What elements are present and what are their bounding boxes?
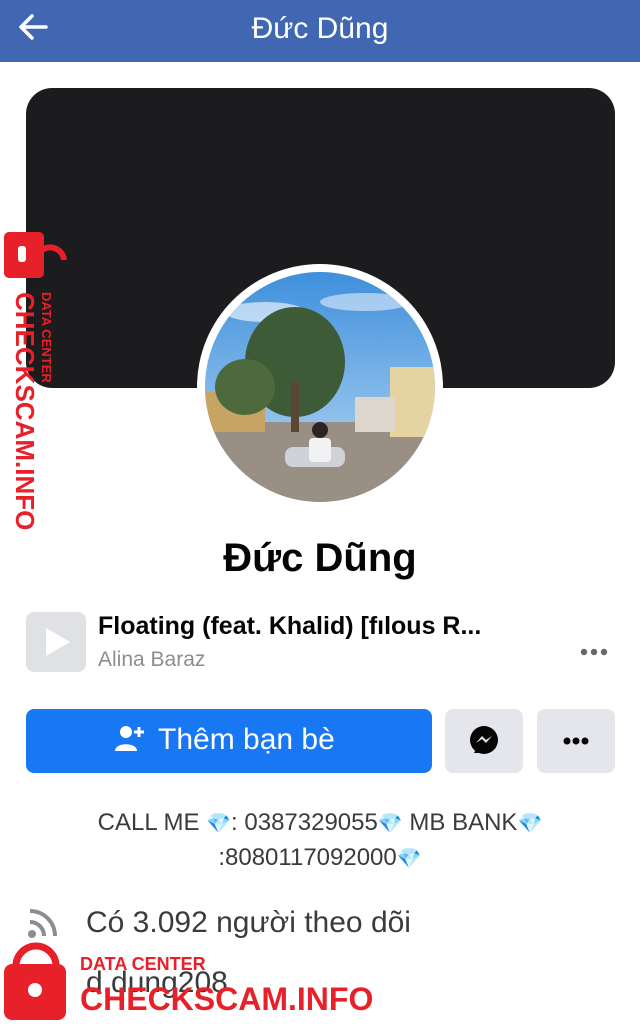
bio-prefix: CALL ME <box>97 809 207 836</box>
top-app-bar: Đức Dũng <box>0 0 640 62</box>
gem-icon: 💎 <box>377 813 403 835</box>
more-actions-button[interactable] <box>537 709 615 773</box>
more-dots-icon <box>563 737 589 745</box>
message-button[interactable] <box>445 709 523 773</box>
gem-icon: 💎 <box>396 848 422 870</box>
rss-icon <box>28 909 57 938</box>
bio-bank: MB BANK <box>402 809 518 836</box>
profile-name: Đức Dũng <box>223 536 417 580</box>
add-friend-button[interactable]: Thêm bạn bè <box>26 709 432 773</box>
watermark-brand: CHECKSCAM.INFO <box>80 981 373 1017</box>
profile-picture-frame[interactable] <box>197 264 443 510</box>
music-artist: Alina Baraz <box>98 648 206 671</box>
page-title: Đức Dũng <box>251 12 389 45</box>
watermark-brand: CHECKSCAM.INFO <box>10 292 40 530</box>
watermark-logo-bottom: DATA CENTER CHECKSCAM.INFO <box>4 942 373 1020</box>
music-play-button[interactable] <box>26 612 86 672</box>
profile-picture <box>205 272 435 502</box>
music-title[interactable]: Floating (feat. Khalid) [fılous R... <box>98 612 481 641</box>
gem-icon: 💎 <box>206 813 232 835</box>
profile-bio: CALL ME 💎: 0387329055💎 MB BANK💎 :8080117… <box>20 806 620 876</box>
bio-account: :8080117092000 <box>218 844 397 871</box>
add-person-icon <box>115 726 144 751</box>
play-icon <box>46 628 70 656</box>
add-friend-label: Thêm bạn bè <box>158 723 335 756</box>
more-options-icon[interactable] <box>576 640 612 664</box>
gem-icon: 💎 <box>517 813 543 835</box>
messenger-icon <box>470 726 498 754</box>
bio-phone: : 0387329055 <box>231 809 378 836</box>
watermark-logo: CHECKSCAM.INFO DATA CENTER <box>4 232 67 530</box>
followers-count: Có 3.092 người theo dõi <box>86 906 411 939</box>
watermark-tagline: DATA CENTER <box>80 954 206 974</box>
watermark-tagline: DATA CENTER <box>39 292 54 383</box>
